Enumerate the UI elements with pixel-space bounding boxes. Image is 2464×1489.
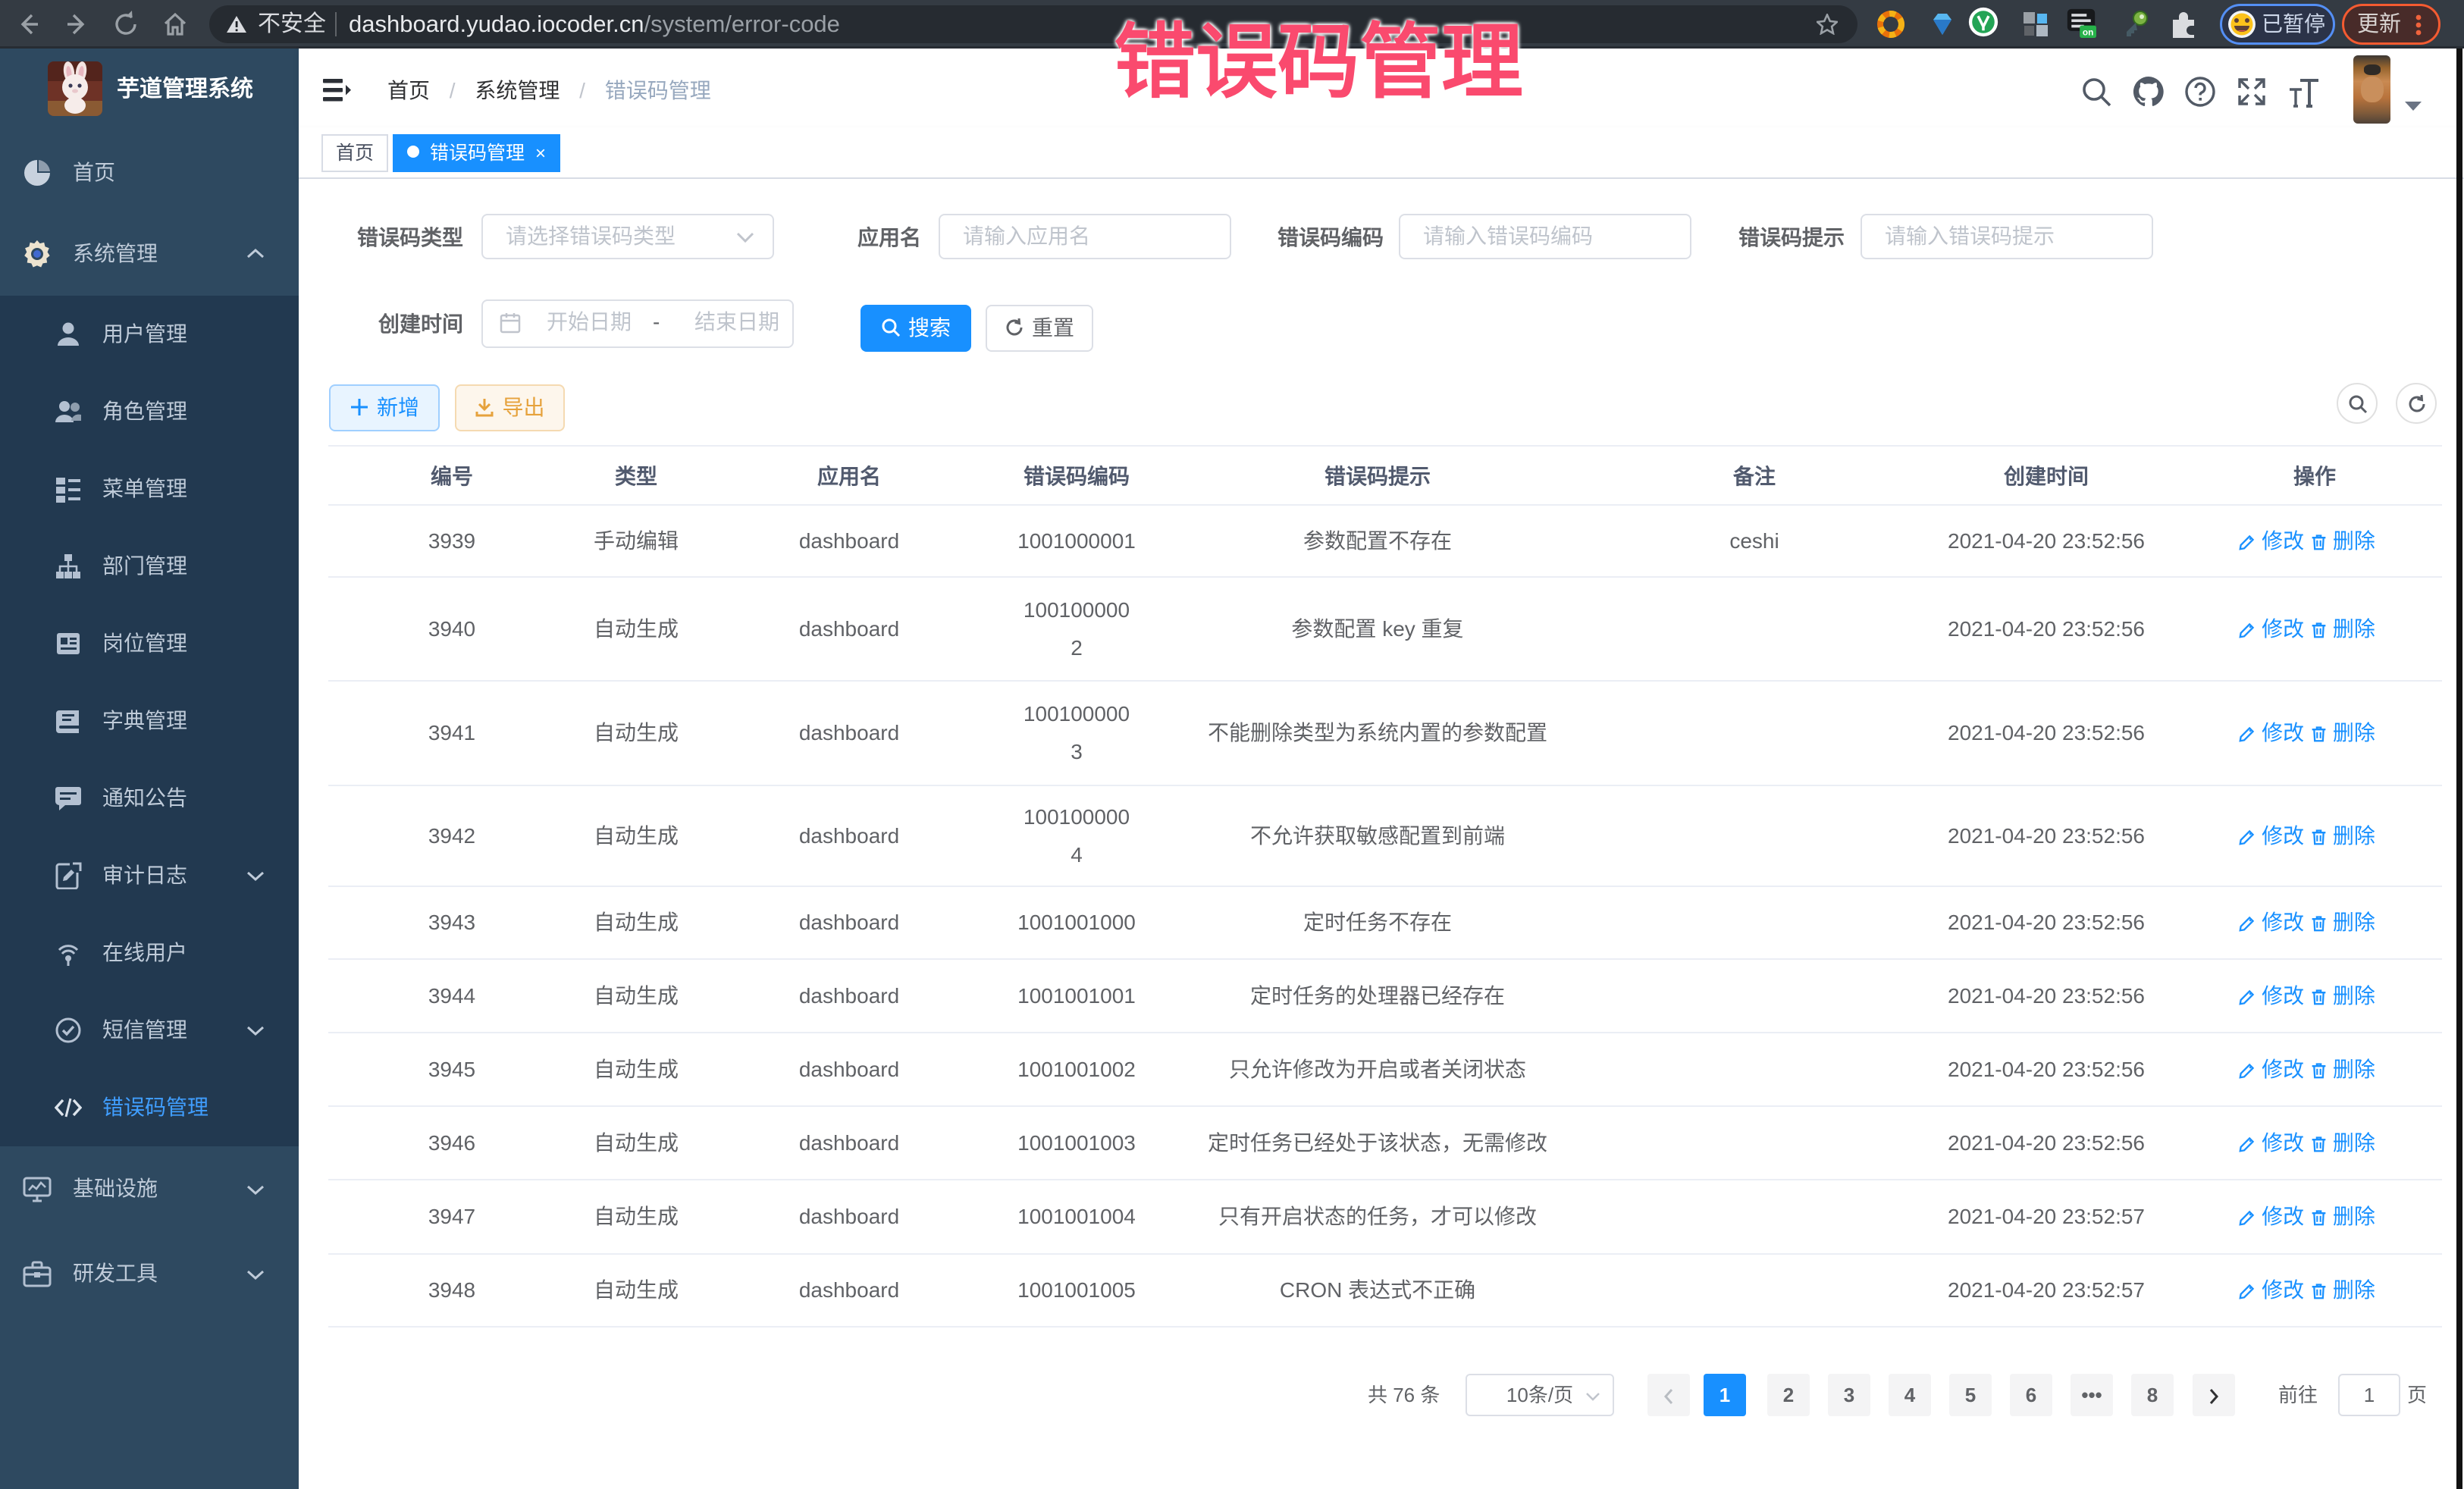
svg-text:on: on bbox=[2083, 27, 2093, 37]
